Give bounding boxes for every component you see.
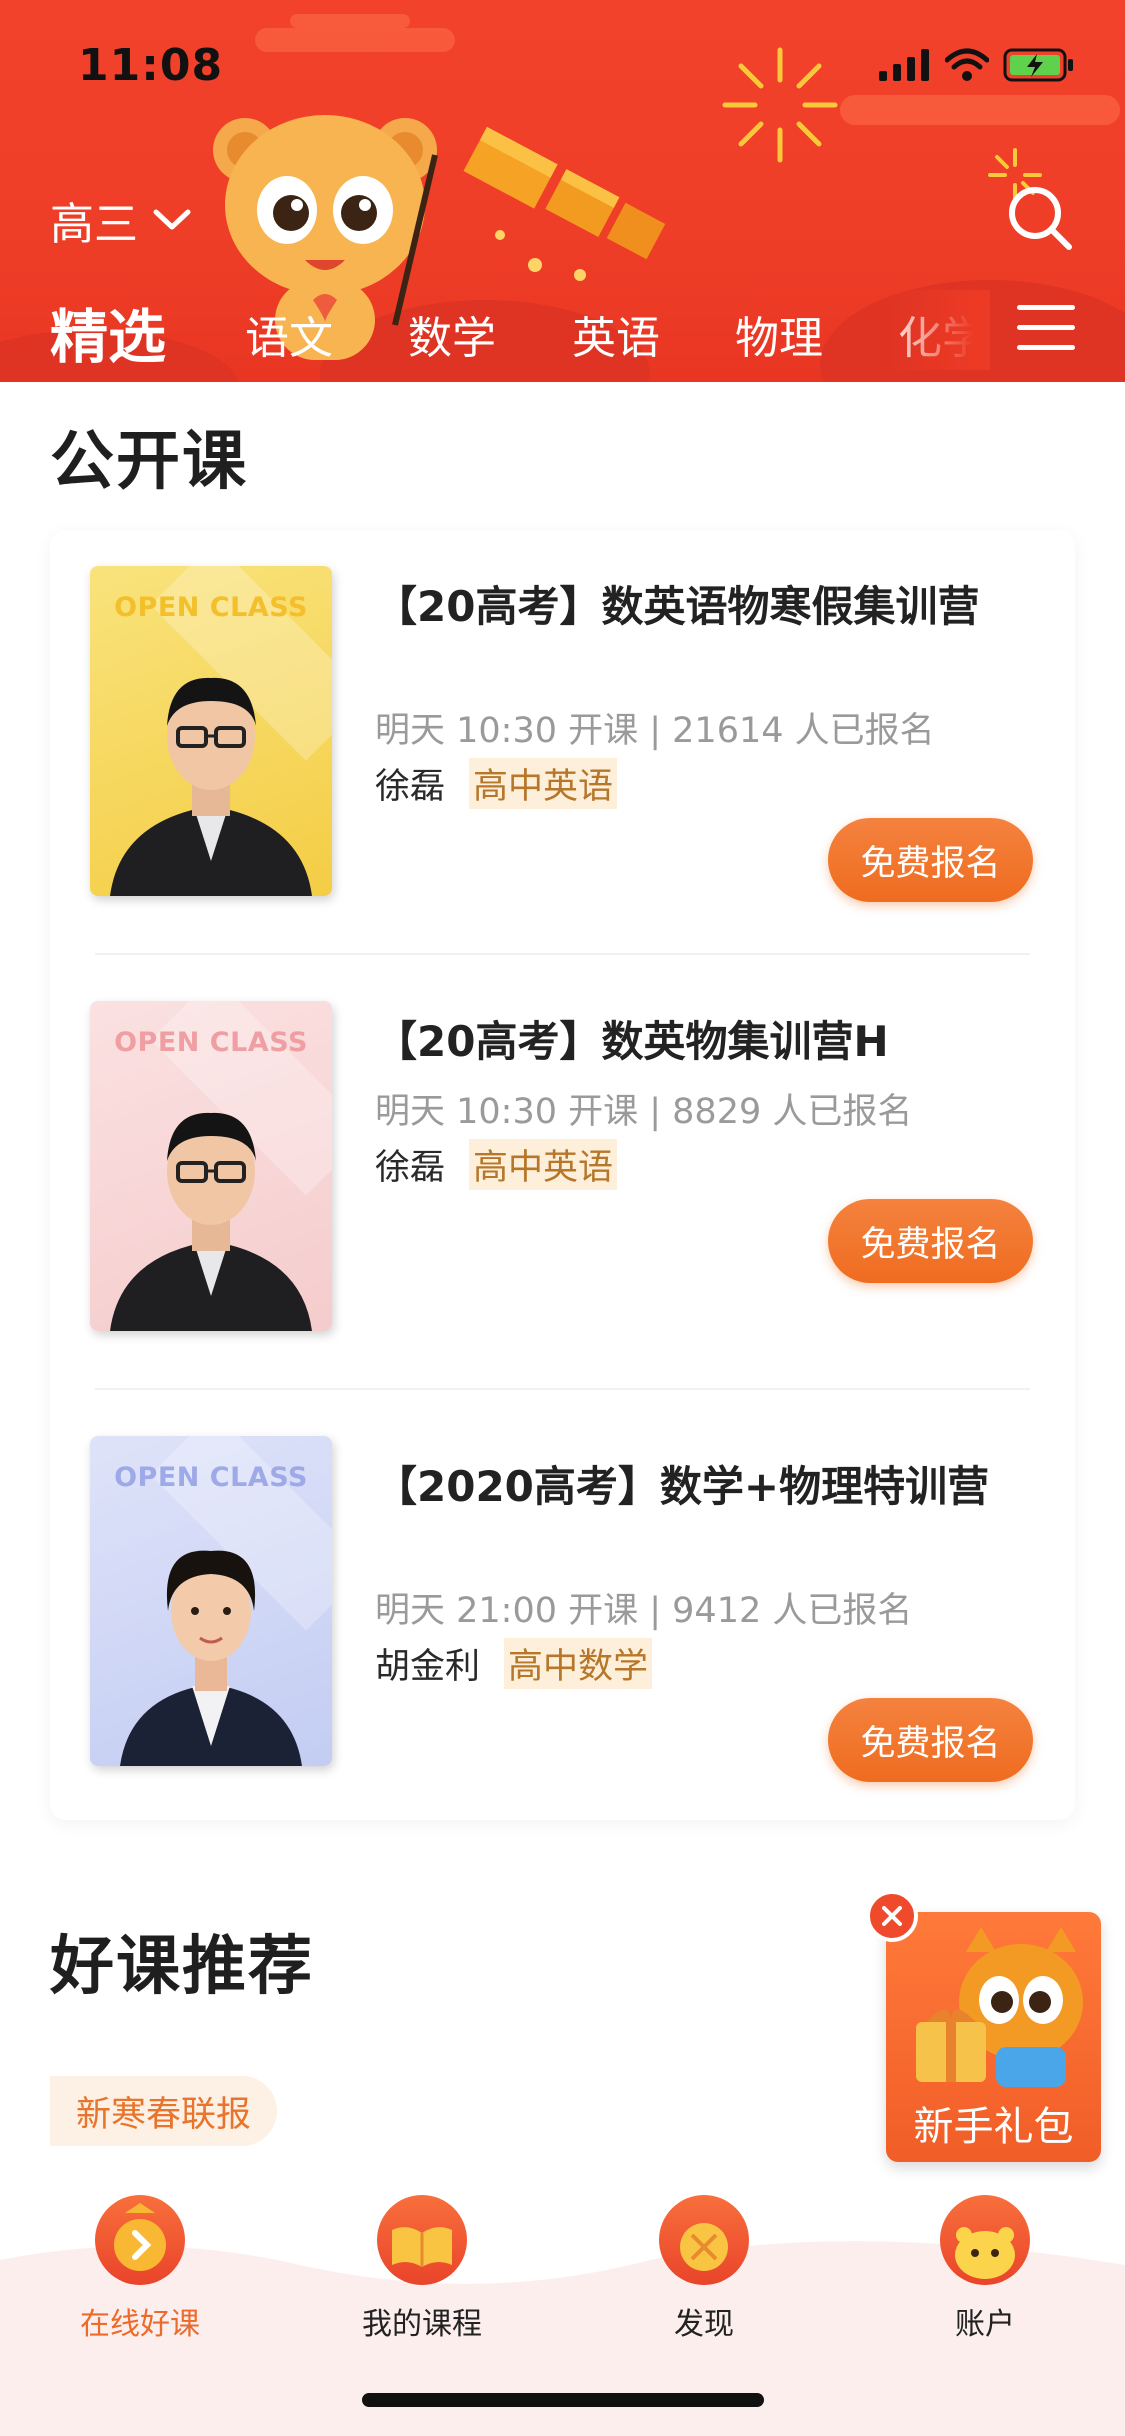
battery-charging-icon <box>1003 48 1073 82</box>
tab-featured[interactable]: 精选 <box>50 290 166 374</box>
wifi-icon <box>945 48 989 81</box>
tab-chinese[interactable]: 语文 <box>245 302 333 366</box>
gift-mascot-illustration <box>916 1927 1083 2087</box>
nav-label: 我的课程 <box>362 2307 482 2342</box>
nav-label: 在线好课 <box>80 2307 200 2342</box>
subject-tag: 高中英语 <box>469 758 618 809</box>
teacher-name: 胡金利 <box>375 1647 481 1687</box>
course-meta: 明天 21:00 开课 | 9412 人已报名 <box>375 1591 913 1631</box>
course-thumbnail: OPEN CLASS <box>90 566 332 896</box>
my-course-book-icon <box>377 2195 467 2285</box>
decor-bar <box>290 14 410 28</box>
recommend-title: 好课推荐 <box>50 1930 314 2004</box>
course-meta: 明天 10:30 开课 | 21614 人已报名 <box>375 711 935 751</box>
nav-account[interactable]: 账户 <box>895 2195 1075 2343</box>
tab-english[interactable]: 英语 <box>572 302 660 366</box>
subject-tag: 高中英语 <box>469 1139 618 1190</box>
teacher-photo <box>110 677 312 896</box>
tab-physics[interactable]: 物理 <box>735 302 823 366</box>
course-thumbnail: OPEN CLASS <box>90 1436 332 1766</box>
online-course-icon <box>95 2195 185 2285</box>
nav-discover[interactable]: 发现 <box>614 2195 794 2343</box>
course-title: 【2020高考】数学+物理特训营 <box>375 1462 990 1511</box>
course-thumbnail: OPEN CLASS <box>90 1001 332 1331</box>
menu-icon[interactable] <box>1017 305 1075 351</box>
tab-math[interactable]: 数学 <box>408 302 496 366</box>
home-indicator <box>362 2393 764 2407</box>
free-signup-button[interactable]: 免费报名 <box>828 1698 1033 1782</box>
free-signup-button[interactable]: 免费报名 <box>828 1199 1033 1283</box>
gift-label: 新手礼包 <box>913 2104 1074 2150</box>
header-banner: 11:08 高三 精选 语文 数学 英语 物理 化学 <box>0 0 1125 382</box>
teacher-name: 徐磊 <box>375 767 446 807</box>
account-mascot-icon <box>940 2195 1030 2285</box>
course-teacher-row: 徐磊 高中英语 <box>375 1139 618 1190</box>
decor-bar <box>255 28 455 52</box>
close-icon[interactable] <box>866 1890 918 1942</box>
free-signup-button[interactable]: 免费报名 <box>828 818 1033 902</box>
divider <box>95 1388 1030 1390</box>
new-user-gift-button[interactable]: 新手礼包 <box>886 1912 1101 2162</box>
course-meta: 明天 10:30 开课 | 8829 人已报名 <box>375 1092 913 1132</box>
course-title: 【20高考】数英物集训营H <box>375 1017 889 1066</box>
nav-label: 发现 <box>674 2307 734 2342</box>
teacher-photo <box>110 1112 312 1331</box>
grade-selector[interactable]: 高三 <box>50 188 192 252</box>
firecracker-decoration <box>463 126 666 281</box>
open-class-badge: OPEN CLASS <box>114 592 308 623</box>
search-icon[interactable] <box>1005 183 1075 253</box>
course-teacher-row: 徐磊 高中英语 <box>375 758 618 809</box>
course-teacher-row: 胡金利 高中数学 <box>375 1638 653 1689</box>
nav-label: 账户 <box>955 2307 1015 2342</box>
teacher-name: 徐磊 <box>375 1148 446 1188</box>
discover-icon <box>659 2195 749 2285</box>
status-icons <box>879 48 1075 82</box>
open-class-badge: OPEN CLASS <box>114 1027 308 1058</box>
cellular-signal-icon <box>879 49 929 81</box>
recommend-badge: 新寒春联报 <box>50 2076 278 2146</box>
subject-tag: 高中数学 <box>504 1638 653 1689</box>
divider <box>95 953 1030 955</box>
nav-my-courses[interactable]: 我的课程 <box>332 2195 512 2343</box>
status-time: 11:08 <box>78 40 224 91</box>
open-class-badge: OPEN CLASS <box>114 1462 308 1493</box>
decor-bar <box>840 95 1120 125</box>
grade-label: 高三 <box>50 199 138 250</box>
firework-decoration <box>722 47 838 163</box>
chevron-down-icon <box>153 209 191 230</box>
tab-fade-overlay <box>880 290 990 370</box>
open-class-title: 公开课 <box>50 425 248 499</box>
nav-online-course[interactable]: 在线好课 <box>50 2195 230 2343</box>
course-title: 【20高考】数英语物寒假集训营 <box>375 582 980 631</box>
teacher-photo <box>120 1550 302 1766</box>
open-class-card: OPEN CLASS 【20高考】数英语物寒假集训营 明天 10:30 开课 |… <box>50 530 1075 1820</box>
